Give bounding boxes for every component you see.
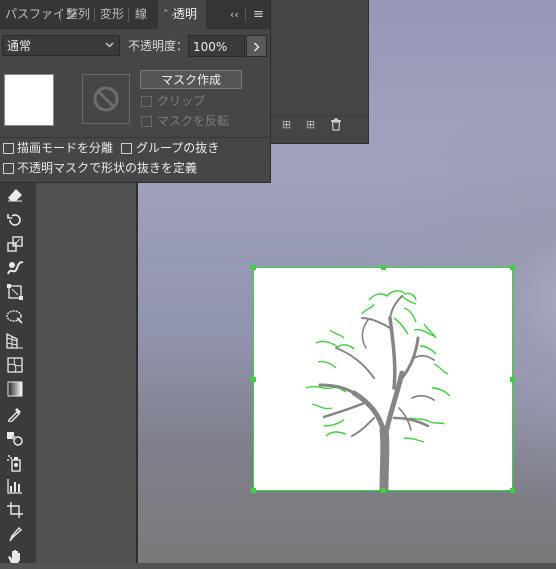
tab-separator bbox=[94, 7, 95, 22]
tab-transform[interactable]: 変形 bbox=[100, 0, 124, 29]
new-layer-from-selection-icon[interactable]: ⊞ bbox=[280, 118, 293, 131]
tree-illustration bbox=[305, 290, 451, 490]
opacity-slider-button[interactable] bbox=[246, 35, 267, 57]
artboard-icon[interactable] bbox=[4, 502, 26, 522]
knockout-group-label: グループの抜き bbox=[136, 141, 220, 155]
no-mask-icon bbox=[93, 86, 119, 112]
tab-transparency[interactable]: ⌃⌄ 透明 bbox=[158, 0, 206, 29]
opacity-mask-define-checkbox[interactable] bbox=[3, 163, 14, 174]
gradient-icon[interactable] bbox=[4, 381, 26, 401]
free-transform-icon[interactable] bbox=[4, 284, 26, 304]
shape-builder-icon[interactable] bbox=[4, 309, 26, 329]
selection-handle-right[interactable] bbox=[510, 377, 515, 382]
clip-checkbox[interactable] bbox=[141, 96, 152, 107]
eyedropper-icon[interactable] bbox=[4, 406, 26, 426]
invert-mask-label: マスクを反転 bbox=[157, 114, 230, 128]
symbol-sprayer-icon[interactable] bbox=[4, 454, 26, 474]
make-mask-button[interactable]: マスク作成 bbox=[140, 70, 242, 89]
blend-mode-value: 通常 bbox=[7, 39, 32, 53]
blend-mode-select[interactable]: 通常 bbox=[2, 35, 120, 56]
background-panel: ⊞ ⊞ bbox=[268, 0, 369, 144]
tab-stroke[interactable]: 線 bbox=[135, 0, 147, 29]
chevron-down-icon bbox=[105, 36, 114, 57]
opacity-label: 不透明度： bbox=[128, 39, 189, 53]
panel-tab-bar: パスファイン 整列 変形 線 ⌃⌄ 透明 ‹‹ ≡ bbox=[0, 0, 270, 29]
transparency-panel: パスファイン 整列 変形 線 ⌃⌄ 透明 ‹‹ ≡ 通常 不透明度： 100% … bbox=[0, 0, 271, 183]
slice-icon[interactable] bbox=[4, 526, 26, 546]
hand-icon[interactable] bbox=[4, 548, 26, 568]
isolate-blending-label: 描画モードを分離 bbox=[17, 141, 114, 155]
selection-handle-bottom[interactable] bbox=[381, 488, 386, 493]
isolate-blending-checkbox[interactable] bbox=[3, 143, 14, 154]
panel-divider bbox=[0, 137, 270, 138]
column-graph-icon[interactable] bbox=[4, 478, 26, 498]
warp-icon[interactable] bbox=[4, 260, 26, 280]
tab-align[interactable]: 整列 bbox=[66, 0, 90, 29]
double-chevron-left-icon[interactable]: ‹‹ bbox=[230, 0, 239, 29]
tab-transparency-label: 透明 bbox=[173, 7, 198, 21]
selection-handle-bottom-right[interactable] bbox=[510, 488, 515, 493]
selection-handle-top[interactable] bbox=[381, 265, 386, 270]
rotate-icon[interactable] bbox=[4, 212, 26, 232]
eraser-icon[interactable] bbox=[4, 187, 26, 207]
selection-handle-top-right[interactable] bbox=[510, 265, 515, 270]
tree-branches bbox=[318, 295, 435, 490]
artwork-thumbnail[interactable] bbox=[4, 74, 54, 126]
knockout-group-checkbox[interactable] bbox=[121, 143, 132, 154]
selection-handle-top-left[interactable] bbox=[251, 265, 256, 270]
hamburger-menu-icon[interactable]: ≡ bbox=[253, 0, 264, 29]
perspective-grid-icon[interactable] bbox=[4, 332, 26, 353]
selected-artwork[interactable] bbox=[253, 267, 513, 491]
opacity-input[interactable]: 100% bbox=[188, 35, 245, 57]
selection-handle-left[interactable] bbox=[251, 377, 256, 382]
new-item-icon[interactable]: ⊞ bbox=[304, 118, 317, 131]
scale-icon[interactable] bbox=[4, 236, 26, 256]
mask-thumbnail[interactable] bbox=[82, 74, 130, 124]
selection-handle-bottom-left[interactable] bbox=[251, 488, 256, 493]
tab-separator bbox=[60, 7, 61, 22]
invert-mask-checkbox[interactable] bbox=[141, 116, 152, 127]
clip-label: クリップ bbox=[157, 94, 206, 108]
tab-separator bbox=[128, 7, 129, 22]
blend-icon[interactable] bbox=[4, 430, 26, 450]
opacity-mask-define-label: 不透明マスクで形状の抜きを定義 bbox=[17, 161, 198, 175]
trash-icon[interactable] bbox=[329, 118, 342, 131]
mesh-icon[interactable] bbox=[4, 357, 26, 377]
tab-separator bbox=[245, 7, 246, 22]
panel-footer-divider bbox=[268, 115, 368, 116]
